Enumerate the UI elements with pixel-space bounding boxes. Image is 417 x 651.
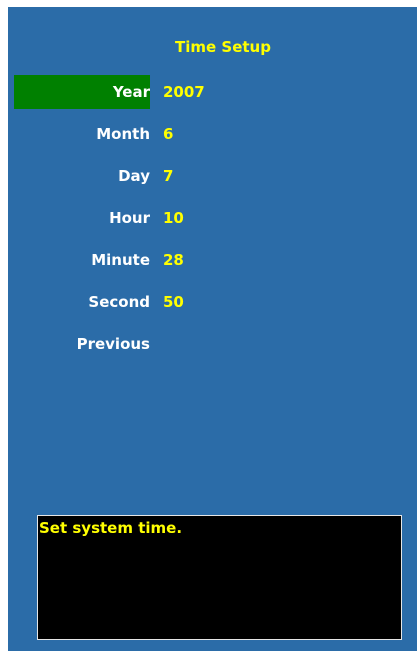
screen: Time Setup Year 2007 Month 6 Day 7 Hour …	[0, 0, 417, 651]
menu-item-minute[interactable]: Minute 28	[14, 243, 274, 277]
menu-item-day[interactable]: Day 7	[14, 159, 274, 193]
day-value[interactable]: 7	[163, 159, 173, 193]
month-value[interactable]: 6	[163, 117, 173, 151]
hour-label: Hour	[109, 209, 150, 227]
second-label: Second	[88, 293, 150, 311]
previous-button[interactable]: Previous	[14, 327, 150, 361]
month-label: Month	[96, 125, 150, 143]
menu-item-second[interactable]: Second 50	[14, 285, 274, 319]
page-title: Time Setup	[175, 38, 271, 56]
hour-value[interactable]: 10	[163, 201, 184, 235]
time-setup-panel: Time Setup Year 2007 Month 6 Day 7 Hour …	[8, 7, 417, 651]
menu-item-year[interactable]: Year 2007	[14, 75, 274, 109]
menu-item-month[interactable]: Month 6	[14, 117, 274, 151]
second-value[interactable]: 50	[163, 285, 184, 319]
year-value[interactable]: 2007	[163, 75, 205, 109]
help-text: Set system time.	[39, 519, 183, 537]
year-label: Year	[14, 75, 150, 109]
minute-label: Minute	[91, 251, 150, 269]
help-box: Set system time.	[37, 515, 402, 640]
minute-value[interactable]: 28	[163, 243, 184, 277]
day-label: Day	[118, 167, 150, 185]
menu-item-hour[interactable]: Hour 10	[14, 201, 274, 235]
menu-item-previous[interactable]: Previous	[14, 327, 274, 361]
